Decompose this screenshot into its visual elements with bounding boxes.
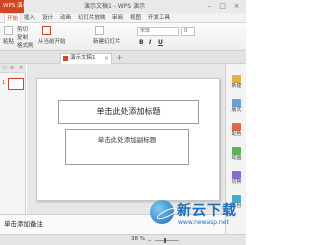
tab-animation[interactable]: 动画	[60, 13, 71, 23]
tab-view[interactable]: 视图	[130, 13, 141, 23]
tab-design[interactable]: 设计	[42, 13, 53, 23]
zoom-slider[interactable]	[155, 238, 179, 243]
document-tab-label: 演示文稿1	[70, 55, 96, 61]
new-slide-button[interactable]: 新建幻灯片	[93, 38, 121, 46]
slide-thumbnail[interactable]	[8, 78, 24, 90]
paste-icon[interactable]	[4, 26, 13, 35]
italic-button[interactable]: I	[149, 39, 151, 47]
subtitle-placeholder[interactable]: 单击此处添加副标题	[65, 129, 189, 165]
presentation-icon	[63, 56, 68, 61]
status-bar: 38 % –	[0, 234, 246, 245]
cut-button[interactable]: 剪切	[17, 26, 28, 34]
minimize-icon[interactable]: –	[205, 2, 214, 11]
underline-button[interactable]: U	[158, 39, 163, 47]
tab-review[interactable]: 审阅	[112, 13, 123, 23]
app-menu-button[interactable]: WPS 演示	[0, 0, 24, 13]
close-pane-icon[interactable]: ×	[19, 65, 23, 71]
transition-icon	[232, 171, 241, 179]
tab-developer[interactable]: 开发工具	[148, 13, 170, 23]
task-pane-label: 版式	[231, 107, 242, 113]
zoom-level: 38 %	[131, 236, 145, 242]
watermark-name: 新云下载	[177, 203, 237, 219]
task-pane-label: 配色	[231, 131, 242, 137]
slide-number: 1	[2, 80, 6, 86]
document-tab-strip: 演示文稿1 × +	[0, 51, 246, 64]
play-from-current-icon[interactable]	[42, 26, 51, 35]
close-icon[interactable]: ×	[232, 2, 241, 11]
task-pane-label: 动画	[231, 155, 242, 161]
task-pane-color-scheme[interactable]: 配色	[227, 122, 246, 140]
bold-button[interactable]: B	[139, 39, 144, 47]
format-painter-button[interactable]: 格式刷	[17, 42, 34, 50]
document-tab[interactable]: 演示文稿1 ×	[60, 53, 112, 64]
maximize-icon[interactable]: □	[218, 2, 227, 11]
slide[interactable]: 单击此处添加标题 单击此处添加副标题	[36, 78, 220, 201]
new-doc-icon	[232, 75, 241, 83]
new-slide-icon[interactable]	[95, 26, 104, 35]
paste-button[interactable]: 粘贴	[3, 38, 14, 46]
window-title: 演示文稿1 - WPS 演示	[84, 3, 146, 10]
slide-canvas: 单击此处添加标题 单击此处添加副标题	[27, 64, 225, 214]
tab-home[interactable]: 开始	[4, 13, 22, 23]
new-tab-icon[interactable]: +	[116, 53, 123, 62]
zoom-slider-thumb[interactable]	[164, 238, 166, 243]
font-name-combo[interactable]: 宋体	[137, 27, 179, 36]
task-pane-transition[interactable]: 切换	[227, 170, 246, 188]
site-watermark: 新云下载 www.newasp.net	[150, 198, 246, 234]
task-pane-new[interactable]: 新建	[227, 74, 246, 92]
copy-button[interactable]: 复制	[17, 34, 28, 42]
notes-placeholder: 单击添加备注	[4, 220, 43, 228]
ribbon-toolbar: 粘贴 剪切 复制 格式刷 从当前开始 新建幻灯片 宋体 0 B I U	[0, 23, 246, 51]
title-placeholder[interactable]: 单击此处添加标题	[58, 100, 199, 124]
watermark-logo-icon	[150, 200, 174, 224]
task-pane-layout[interactable]: 版式	[227, 98, 246, 116]
color-scheme-icon	[232, 123, 241, 131]
task-pane-animation[interactable]: 动画	[227, 146, 246, 164]
tab-insert[interactable]: 插入	[24, 13, 35, 23]
ribbon-tabs: 开始 插入 设计 动画 幻灯片放映 审阅 视图 开发工具	[0, 13, 246, 23]
watermark-url: www.newasp.net	[178, 219, 229, 226]
task-pane-label: 切换	[231, 179, 242, 185]
animation-icon	[232, 147, 241, 155]
from-current-button[interactable]: 从当前开始	[38, 38, 66, 46]
task-pane-label: 新建	[231, 83, 242, 89]
slides-view-icon[interactable]: ▭	[2, 65, 7, 71]
font-size-combo[interactable]: 0	[181, 27, 195, 36]
title-bar: WPS 演示 演示文稿1 - WPS 演示 – □ ×	[0, 0, 246, 13]
zoom-out-icon[interactable]: –	[148, 235, 152, 245]
close-tab-icon[interactable]: ×	[104, 54, 109, 63]
layout-icon	[232, 99, 241, 107]
pane-header: ▭ ≡ ×	[0, 64, 26, 73]
slide-thumbnail-pane: ▭ ≡ × 1	[0, 64, 26, 219]
tab-slideshow[interactable]: 幻灯片放映	[78, 13, 106, 23]
outline-view-icon[interactable]: ≡	[10, 65, 14, 71]
